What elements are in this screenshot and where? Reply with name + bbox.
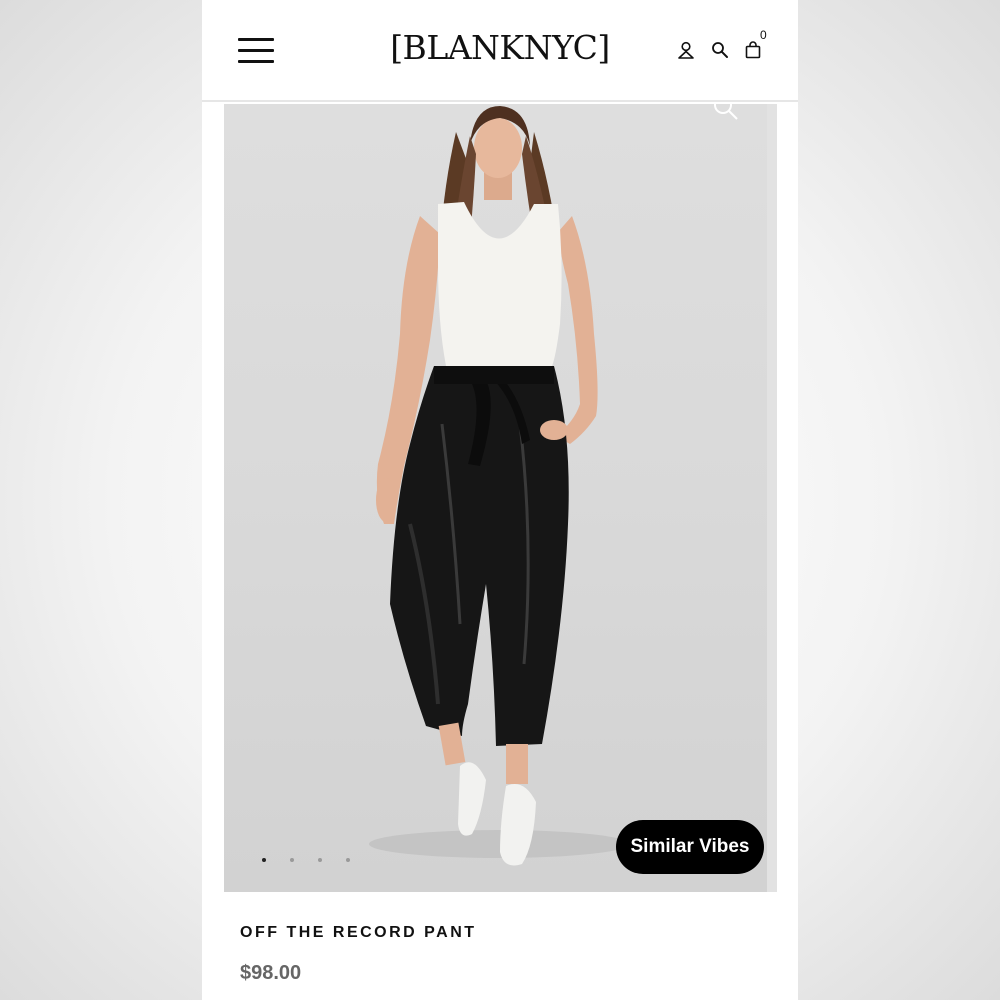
model-photo <box>369 106 629 866</box>
product-title: OFF THE RECORD PANT <box>240 924 477 941</box>
carousel-dot-2[interactable] <box>290 858 294 862</box>
carousel-dot-1[interactable] <box>262 858 266 862</box>
phone-frame: [BLANKNYC] 0 Similar Vibes OFF THE RECOR… <box>202 0 798 1000</box>
search-icon[interactable] <box>710 40 730 60</box>
product-image[interactable]: Similar Vibes <box>224 104 777 892</box>
cart-count-badge: 0 <box>760 28 767 42</box>
user-icon[interactable] <box>676 40 696 60</box>
carousel-dot-3[interactable] <box>318 858 322 862</box>
site-header: [BLANKNYC] 0 <box>202 0 798 102</box>
carousel-dot-4[interactable] <box>346 858 350 862</box>
brand-logo[interactable]: [BLANKNYC] <box>202 28 798 67</box>
product-price: $98.00 <box>240 962 302 984</box>
shopping-bag-icon[interactable] <box>743 40 763 60</box>
similar-vibes-button[interactable]: Similar Vibes <box>616 820 764 874</box>
image-edge <box>767 104 777 892</box>
zoom-icon[interactable] <box>712 104 740 122</box>
